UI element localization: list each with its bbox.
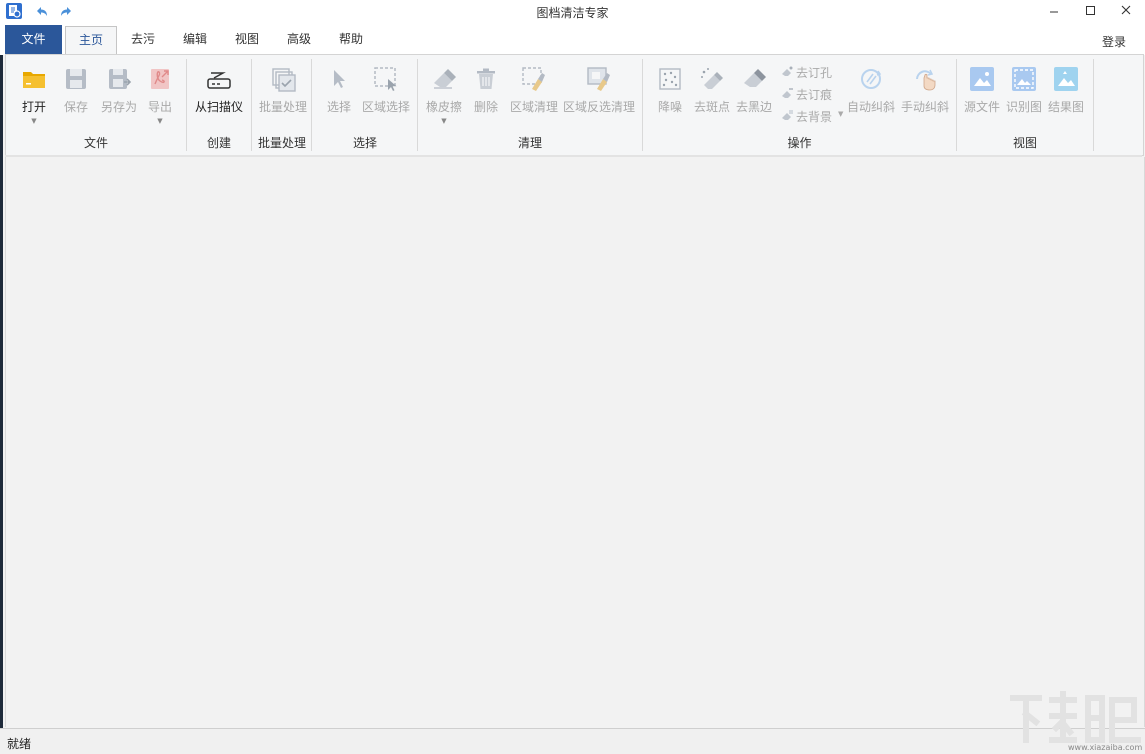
status-text: 就绪: [7, 737, 32, 751]
from-scanner-button[interactable]: 从扫描仪: [192, 55, 246, 133]
staple-mark-icon: [780, 87, 794, 101]
save-button[interactable]: 保存: [58, 55, 94, 133]
tab-view[interactable]: 视图: [223, 26, 271, 53]
redo-icon[interactable]: [57, 3, 75, 21]
undo-icon[interactable]: [33, 3, 51, 21]
eraser-button[interactable]: 橡皮擦 ▼: [424, 55, 464, 133]
source-image-button[interactable]: 源文件: [962, 55, 1002, 133]
document-workspace[interactable]: [5, 157, 1145, 727]
open-dropdown-icon[interactable]: ▼: [31, 117, 36, 125]
region-inverse-clean-icon: [585, 65, 613, 93]
maximize-button[interactable]: [1072, 0, 1108, 24]
tab-help[interactable]: 帮助: [327, 26, 375, 53]
region-clean-icon: [520, 65, 548, 93]
tab-edit[interactable]: 编辑: [171, 26, 219, 53]
region-select-icon: [372, 65, 400, 93]
pointer-icon: [325, 65, 353, 93]
group-label-view: 视图: [1012, 136, 1037, 150]
tab-file[interactable]: 文件: [5, 25, 62, 54]
folder-icon: [20, 65, 48, 93]
tab-advanced[interactable]: 高级: [275, 26, 323, 53]
remove-background-button[interactable]: 去背景 ▼: [780, 107, 848, 125]
remove-punch-holes-button[interactable]: 去订孔: [780, 63, 840, 81]
save-as-icon: [105, 65, 133, 93]
remove-black-border-button[interactable]: 去黑边: [734, 55, 774, 133]
region-clean-button[interactable]: 区域清理: [508, 55, 560, 133]
export-dropdown-icon[interactable]: ▼: [157, 117, 162, 125]
group-label-select: 选择: [352, 136, 377, 150]
denoise-button[interactable]: 降噪: [652, 55, 688, 133]
eraser-dropdown-icon[interactable]: ▼: [441, 117, 446, 125]
group-label-clean: 清理: [517, 136, 542, 150]
eraser-icon: [430, 65, 458, 93]
recognized-image-icon: [1010, 65, 1038, 93]
group-label-batch: 批量处理: [257, 136, 306, 150]
scanner-icon: [205, 65, 233, 93]
punch-hole-icon: [780, 65, 794, 79]
manual-deskew-icon: [911, 65, 939, 93]
status-bar: 就绪: [0, 728, 1145, 754]
group-label-file: 文件: [83, 136, 108, 150]
select-button[interactable]: 选择: [321, 55, 357, 133]
remove-staple-marks-button[interactable]: 去订痕: [780, 85, 840, 103]
window-left-edge: [0, 24, 3, 728]
ribbon-tab-strip: 文件 主页 去污 编辑 视图 高级 帮助 登录: [0, 24, 1145, 56]
open-button[interactable]: 打开 ▼: [14, 55, 54, 133]
despeckle-button[interactable]: 去斑点: [692, 55, 732, 133]
region-inverse-clean-button[interactable]: 区域反选清理: [562, 55, 636, 133]
group-label-create: 创建: [206, 136, 231, 150]
close-button[interactable]: [1108, 0, 1144, 24]
remove-background-dropdown-icon[interactable]: ▼: [838, 110, 843, 118]
result-image-icon: [1052, 65, 1080, 93]
export-pdf-icon: [146, 65, 174, 93]
login-link[interactable]: 登录: [1102, 33, 1126, 50]
title-bar: 图档清洁专家: [0, 0, 1145, 24]
background-icon: [780, 109, 794, 123]
recognized-image-button[interactable]: 识别图: [1004, 55, 1044, 133]
tab-home[interactable]: 主页: [65, 26, 117, 56]
denoise-icon: [656, 65, 684, 93]
despeckle-icon: [698, 65, 726, 93]
window-title: 图档清洁专家: [536, 6, 609, 20]
trash-icon: [472, 65, 500, 93]
source-image-icon: [968, 65, 996, 93]
batch-process-icon: [269, 65, 297, 93]
result-image-button[interactable]: 结果图: [1046, 55, 1086, 133]
manual-deskew-button[interactable]: 手动纠斜: [900, 55, 950, 133]
app-logo-icon: [6, 3, 22, 19]
save-icon: [62, 65, 90, 93]
tab-stain-removal[interactable]: 去污: [119, 26, 167, 53]
watermark-site: www.xiazaiba.com: [1068, 743, 1143, 752]
group-separator: [1093, 59, 1094, 151]
batch-process-button[interactable]: 批量处理: [256, 55, 310, 133]
auto-deskew-button[interactable]: 自动纠斜: [846, 55, 896, 133]
remove-black-border-icon: [740, 65, 768, 93]
group-label-operate: 操作: [787, 136, 812, 150]
ribbon-panel: 打开 ▼ 保存 另存为 导出 ▼ 文件 从扫描仪 创建 批量处理 批量处理 选择…: [5, 54, 1144, 156]
delete-button[interactable]: 删除: [468, 55, 504, 133]
minimize-button[interactable]: [1036, 0, 1072, 24]
export-button[interactable]: 导出 ▼: [144, 55, 176, 133]
save-as-button[interactable]: 另存为: [98, 55, 140, 133]
region-select-button[interactable]: 区域选择: [360, 55, 412, 133]
auto-deskew-icon: [857, 65, 885, 93]
